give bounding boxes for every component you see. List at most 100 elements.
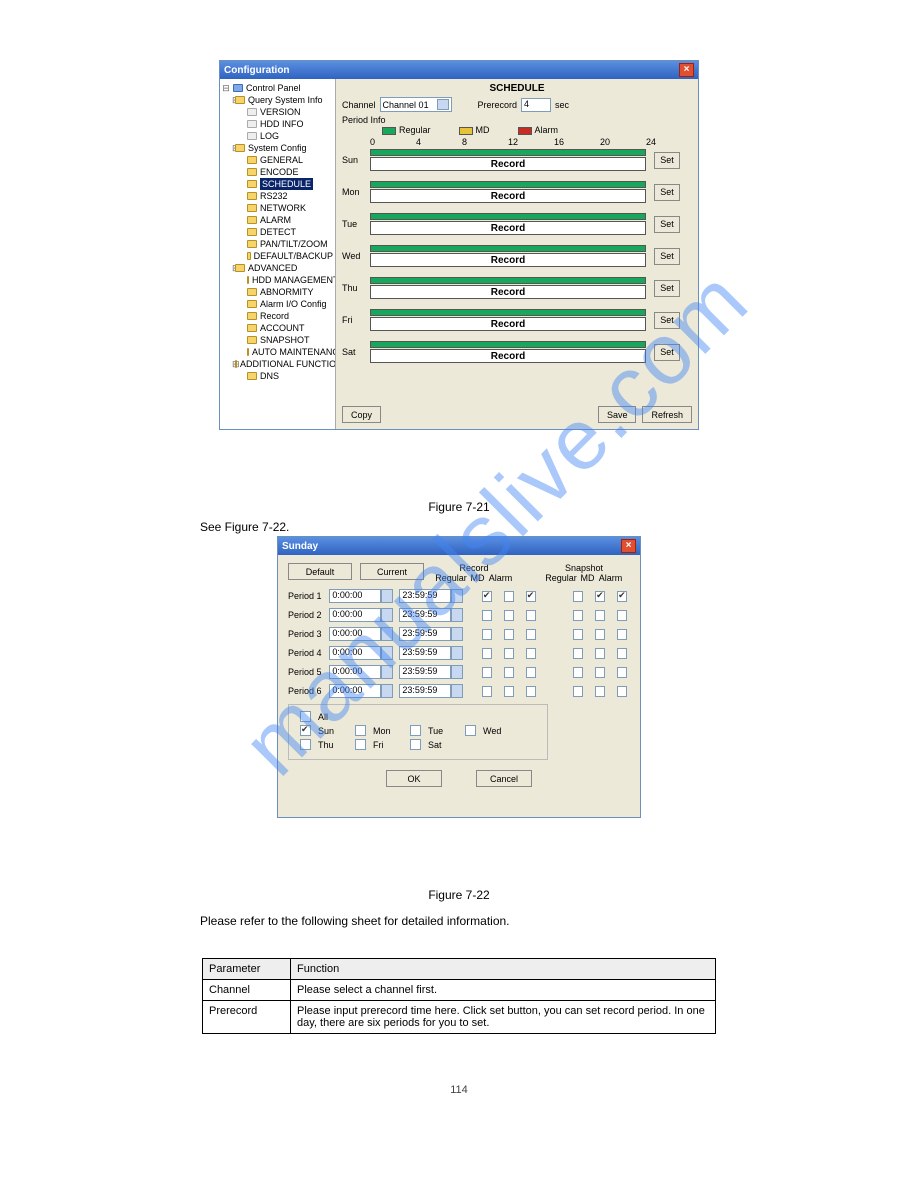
- set-button[interactable]: Set: [654, 344, 680, 361]
- start-time-input[interactable]: 0:00:00: [329, 589, 393, 603]
- checkbox[interactable]: [595, 591, 605, 602]
- day-checkbox[interactable]: [355, 725, 366, 736]
- end-time-input[interactable]: 23:59:59: [399, 627, 463, 641]
- end-time-input[interactable]: 23:59:59: [399, 646, 463, 660]
- tree-item[interactable]: ENCODE: [260, 166, 299, 178]
- start-time-input[interactable]: 0:00:00: [329, 627, 393, 641]
- tree-item[interactable]: ABNORMITY: [260, 286, 314, 298]
- start-time-input[interactable]: 0:00:00: [329, 665, 393, 679]
- set-button[interactable]: Set: [654, 216, 680, 233]
- tree-group[interactable]: System Config: [248, 142, 307, 154]
- tree-item[interactable]: SNAPSHOT: [260, 334, 310, 346]
- tree-item[interactable]: HDD INFO: [260, 118, 304, 130]
- checkbox[interactable]: [482, 686, 492, 697]
- tree-item[interactable]: LOG: [260, 130, 279, 142]
- tree-item[interactable]: GENERAL: [260, 154, 303, 166]
- start-time-input[interactable]: 0:00:00: [329, 646, 393, 660]
- day-checkbox[interactable]: [410, 739, 421, 750]
- checkbox[interactable]: [504, 591, 514, 602]
- checkbox[interactable]: [504, 648, 514, 659]
- checkbox[interactable]: [573, 648, 583, 659]
- checkbox[interactable]: [617, 667, 627, 678]
- tree-item[interactable]: HDD MANAGEMENT: [252, 274, 336, 286]
- tree-nav[interactable]: ⊟Control Panel⊟Query System InfoVERSIONH…: [220, 79, 336, 429]
- tree-item[interactable]: Record: [260, 310, 289, 322]
- copy-button[interactable]: Copy: [342, 406, 381, 423]
- checkbox[interactable]: [504, 629, 514, 640]
- checkbox[interactable]: [617, 648, 627, 659]
- close-icon[interactable]: ×: [621, 539, 636, 553]
- checkbox[interactable]: [482, 610, 492, 621]
- checkbox[interactable]: [482, 648, 492, 659]
- set-button[interactable]: Set: [654, 248, 680, 265]
- checkbox[interactable]: [526, 610, 536, 621]
- set-button[interactable]: Set: [654, 184, 680, 201]
- tree-group[interactable]: ADDITIONAL FUNCTION: [240, 358, 336, 370]
- checkbox[interactable]: [482, 667, 492, 678]
- tree-root[interactable]: Control Panel: [246, 82, 301, 94]
- set-button[interactable]: Set: [654, 280, 680, 297]
- tree-item[interactable]: SCHEDULE: [260, 178, 313, 190]
- checkbox[interactable]: [617, 610, 627, 621]
- tree-item[interactable]: PAN/TILT/ZOOM: [260, 238, 328, 250]
- checkbox[interactable]: [573, 667, 583, 678]
- checkbox[interactable]: [617, 686, 627, 697]
- day-checkbox[interactable]: [300, 739, 311, 750]
- checkbox[interactable]: [595, 667, 605, 678]
- checkbox[interactable]: [617, 629, 627, 640]
- tree-item[interactable]: Alarm I/O Config: [260, 298, 327, 310]
- checkbox[interactable]: [573, 591, 583, 602]
- day-checkbox[interactable]: [465, 725, 476, 736]
- checkbox[interactable]: [573, 629, 583, 640]
- checkbox[interactable]: [595, 629, 605, 640]
- day-checkbox[interactable]: [355, 739, 366, 750]
- checkbox[interactable]: [526, 629, 536, 640]
- tree-item[interactable]: DNS: [260, 370, 279, 382]
- day-checkbox[interactable]: [410, 725, 421, 736]
- checkbox[interactable]: [617, 591, 627, 602]
- checkbox[interactable]: [526, 686, 536, 697]
- tree-item[interactable]: DEFAULT/BACKUP: [254, 250, 333, 262]
- checkbox[interactable]: [573, 686, 583, 697]
- set-button[interactable]: Set: [654, 152, 680, 169]
- checkbox[interactable]: [526, 667, 536, 678]
- set-button[interactable]: Set: [654, 312, 680, 329]
- checkbox[interactable]: [482, 629, 492, 640]
- close-icon[interactable]: ×: [679, 63, 694, 77]
- checkbox[interactable]: [504, 667, 514, 678]
- start-time-input[interactable]: 0:00:00: [329, 608, 393, 622]
- tree-group[interactable]: Query System Info: [248, 94, 323, 106]
- tree-item[interactable]: ALARM: [260, 214, 291, 226]
- checkbox[interactable]: [482, 591, 492, 602]
- tree-item[interactable]: RS232: [260, 190, 288, 202]
- refresh-button[interactable]: Refresh: [642, 406, 692, 423]
- end-time-input[interactable]: 23:59:59: [399, 665, 463, 679]
- tree-group[interactable]: ADVANCED: [248, 262, 297, 274]
- channel-select[interactable]: Channel 01: [380, 97, 452, 112]
- prerecord-input[interactable]: 4: [521, 98, 551, 112]
- tree-item[interactable]: VERSION: [260, 106, 301, 118]
- tree-item[interactable]: AUTO MAINTENANCE: [252, 346, 336, 358]
- current-button[interactable]: Current: [360, 563, 424, 580]
- checkbox[interactable]: [504, 610, 514, 621]
- day-checkbox[interactable]: [300, 725, 311, 736]
- checkbox[interactable]: [526, 591, 536, 602]
- end-time-input[interactable]: 23:59:59: [399, 684, 463, 698]
- ok-button[interactable]: OK: [386, 770, 442, 787]
- checkbox[interactable]: [573, 610, 583, 621]
- start-time-input[interactable]: 0:00:00: [329, 684, 393, 698]
- tree-item[interactable]: DETECT: [260, 226, 296, 238]
- tree-item[interactable]: ACCOUNT: [260, 322, 305, 334]
- tree-item[interactable]: NETWORK: [260, 202, 306, 214]
- cancel-button[interactable]: Cancel: [476, 770, 532, 787]
- all-checkbox[interactable]: [300, 711, 311, 722]
- checkbox[interactable]: [504, 686, 514, 697]
- checkbox[interactable]: [595, 610, 605, 621]
- end-time-input[interactable]: 23:59:59: [399, 589, 463, 603]
- save-button[interactable]: Save: [598, 406, 637, 423]
- default-button[interactable]: Default: [288, 563, 352, 580]
- end-time-input[interactable]: 23:59:59: [399, 608, 463, 622]
- checkbox[interactable]: [526, 648, 536, 659]
- checkbox[interactable]: [595, 686, 605, 697]
- checkbox[interactable]: [595, 648, 605, 659]
